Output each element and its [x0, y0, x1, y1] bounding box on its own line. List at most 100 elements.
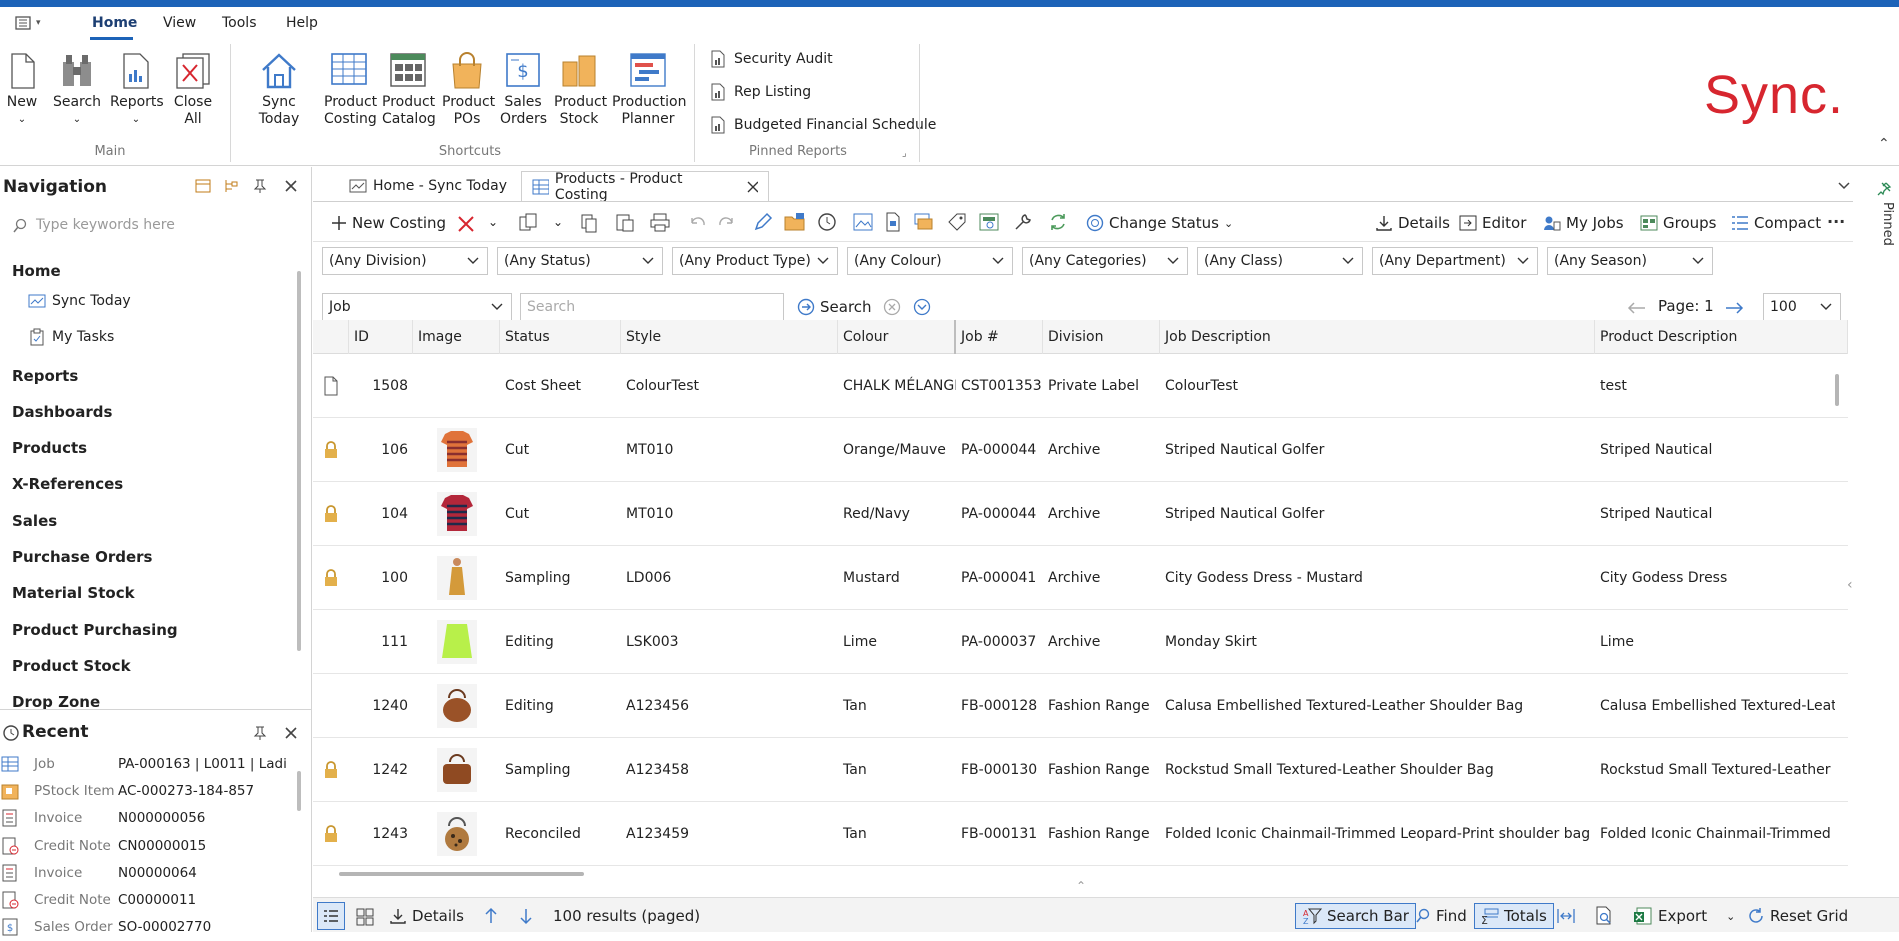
- new-costing-button[interactable]: New Costing: [331, 209, 446, 237]
- search-bar-toggle[interactable]: AZ Search Bar: [1295, 903, 1416, 929]
- nav-tree-icon[interactable]: [223, 178, 239, 194]
- product-thumbnail[interactable]: [437, 812, 477, 856]
- stack-icon[interactable]: [913, 212, 935, 232]
- menu-tab-help[interactable]: Help: [286, 15, 318, 31]
- recent-close-icon[interactable]: [284, 726, 298, 740]
- recent-scrollbar[interactable]: [297, 771, 301, 811]
- fit-columns-icon[interactable]: [1556, 907, 1576, 925]
- filter-colour[interactable]: (Any Colour): [847, 247, 1013, 275]
- pinned-report-rep-listing[interactable]: Rep Listing: [710, 83, 811, 101]
- column-header-product-description[interactable]: Product Description: [1595, 320, 1848, 354]
- close-all-button[interactable]: Close All: [172, 50, 214, 128]
- nav-close-icon[interactable]: [284, 179, 298, 193]
- nav-scrollbar[interactable]: [297, 271, 301, 651]
- filter-class[interactable]: (Any Class): [1197, 247, 1363, 275]
- nav-section-x-references[interactable]: X-References: [12, 475, 123, 493]
- product-stock-button[interactable]: Product Stock: [554, 50, 607, 128]
- nav-section-material-stock[interactable]: Material Stock: [12, 584, 135, 602]
- table-row[interactable]: 1243 Reconciled A123459 Tan FB-000131 Fashion…: [313, 802, 1848, 866]
- table-row[interactable]: 106 Cut MT010 Orange/Mauve PA-000044 Archive S…: [313, 418, 1848, 482]
- next-page-icon[interactable]: [1724, 301, 1744, 315]
- product-thumbnail[interactable]: [437, 620, 477, 664]
- duplicate-icon[interactable]: [579, 213, 599, 233]
- move-down-icon[interactable]: [518, 907, 534, 925]
- filter-product-type[interactable]: (Any Product Type): [672, 247, 838, 275]
- change-status-button[interactable]: Change Status ⌄: [1086, 209, 1233, 237]
- app-menu-button[interactable]: ▾: [14, 15, 41, 31]
- grid-horizontal-scrollbar[interactable]: [339, 872, 584, 876]
- my-jobs-button[interactable]: My Jobs: [1543, 209, 1624, 237]
- totals-toggle[interactable]: Σ Totals: [1474, 903, 1554, 929]
- product-catalog-button[interactable]: Product Catalog: [382, 50, 436, 128]
- clear-search-icon[interactable]: [883, 298, 901, 316]
- product-thumbnail[interactable]: [437, 684, 477, 728]
- reports-button[interactable]: Reports ⌄: [110, 50, 164, 128]
- menu-tab-view[interactable]: View: [163, 15, 196, 31]
- grid-vertical-scrollbar[interactable]: [1835, 374, 1839, 406]
- table-row[interactable]: 1240 Editing A123456 Tan FB-000128 Fashion Ra…: [313, 674, 1848, 738]
- reset-grid-button[interactable]: Reset Grid: [1747, 903, 1848, 929]
- recent-item[interactable]: Job PA-000163 | L0011 | Ladi...: [0, 751, 290, 778]
- wrench-icon[interactable]: [1013, 212, 1033, 232]
- history-icon[interactable]: [817, 212, 837, 232]
- recent-pin-icon[interactable]: [253, 725, 267, 741]
- delete-icon[interactable]: [457, 215, 475, 233]
- menu-tab-tools[interactable]: Tools: [222, 15, 257, 31]
- undo-icon[interactable]: [688, 215, 708, 231]
- nav-section-product-stock[interactable]: Product Stock: [12, 657, 131, 675]
- compact-button[interactable]: Compact: [1731, 209, 1821, 237]
- page-size-select[interactable]: 100: [1763, 293, 1841, 321]
- side-panel-expand-icon[interactable]: ‹: [1847, 577, 1853, 593]
- list-view-button[interactable]: [317, 902, 345, 930]
- pinned-report-budgeted-financial-schedule[interactable]: Budgeted Financial Schedule: [710, 116, 936, 134]
- delete-dropdown-icon[interactable]: ⌄: [488, 215, 498, 229]
- status-details-button[interactable]: Details: [389, 903, 464, 929]
- nav-search-input[interactable]: Type keywords here: [36, 217, 175, 233]
- pinned-report-security-audit[interactable]: Security Audit: [710, 50, 833, 68]
- recent-item[interactable]: Credit Note C00000011: [0, 887, 290, 914]
- collapse-footer-icon[interactable]: ⌃: [1076, 879, 1086, 893]
- table-row[interactable]: 104 Cut MT010 Red/Navy PA-000044 Archive Strip…: [313, 482, 1848, 546]
- filter-department[interactable]: (Any Department): [1372, 247, 1538, 275]
- search-field-select[interactable]: Job: [322, 293, 512, 321]
- toolbar-more-button[interactable]: ···: [1827, 212, 1845, 231]
- tab-close-icon[interactable]: [747, 181, 758, 193]
- search-input[interactable]: Search: [520, 293, 784, 321]
- export-button[interactable]: Export ⌄: [1633, 903, 1735, 929]
- image-icon[interactable]: [853, 212, 873, 232]
- column-header-id[interactable]: ID: [349, 320, 413, 354]
- tab-home-sync-today[interactable]: Home - Sync Today: [339, 171, 517, 201]
- nav-section-purchase-orders[interactable]: Purchase Orders: [12, 548, 152, 566]
- product-costing-button[interactable]: Product Costing: [324, 50, 377, 128]
- search-button[interactable]: Search: [797, 293, 872, 321]
- calculator-icon[interactable]: [978, 212, 1000, 232]
- product-pos-button[interactable]: Product POs: [442, 50, 495, 128]
- editor-toggle-button[interactable]: Editor: [1459, 209, 1526, 237]
- table-row[interactable]: 1242 Sampling A123458 Tan FB-000130 Fashion R…: [313, 738, 1848, 802]
- table-row[interactable]: 100 Sampling LD006 Mustard PA-000041 Archive C…: [313, 546, 1848, 610]
- nav-item-sync-today[interactable]: Sync Today: [28, 293, 131, 309]
- column-header-division[interactable]: Division: [1043, 320, 1160, 354]
- move-up-icon[interactable]: [483, 907, 499, 925]
- search-button[interactable]: Search ⌄: [52, 50, 102, 128]
- open-folder-icon[interactable]: [784, 212, 806, 232]
- table-row[interactable]: 111 Editing LSK003 Lime PA-000037 Archive Mond…: [313, 610, 1848, 674]
- tag-icon[interactable]: [947, 212, 967, 232]
- edit-pen-icon[interactable]: [753, 212, 773, 232]
- filter-status[interactable]: (Any Status): [497, 247, 663, 275]
- nav-section-home[interactable]: Home: [12, 262, 61, 280]
- product-thumbnail[interactable]: [437, 748, 477, 792]
- recent-item[interactable]: Invoice N000000056: [0, 805, 290, 832]
- tab-products-product-costing[interactable]: Products - Product Costing: [521, 171, 769, 203]
- collapse-ribbon-icon[interactable]: ⌃: [1878, 136, 1890, 152]
- nav-pin-icon[interactable]: [253, 178, 267, 194]
- column-header-icon[interactable]: [313, 320, 349, 354]
- filter-division[interactable]: (Any Division): [322, 247, 488, 275]
- redo-icon[interactable]: [716, 215, 736, 231]
- nav-layout-icon[interactable]: [195, 178, 211, 194]
- product-thumbnail[interactable]: [437, 556, 477, 600]
- nav-section-product-purchasing[interactable]: Product Purchasing: [12, 621, 178, 639]
- nav-section-reports[interactable]: Reports: [12, 367, 78, 385]
- document-export-icon[interactable]: [883, 212, 903, 232]
- nav-section-products[interactable]: Products: [12, 439, 87, 457]
